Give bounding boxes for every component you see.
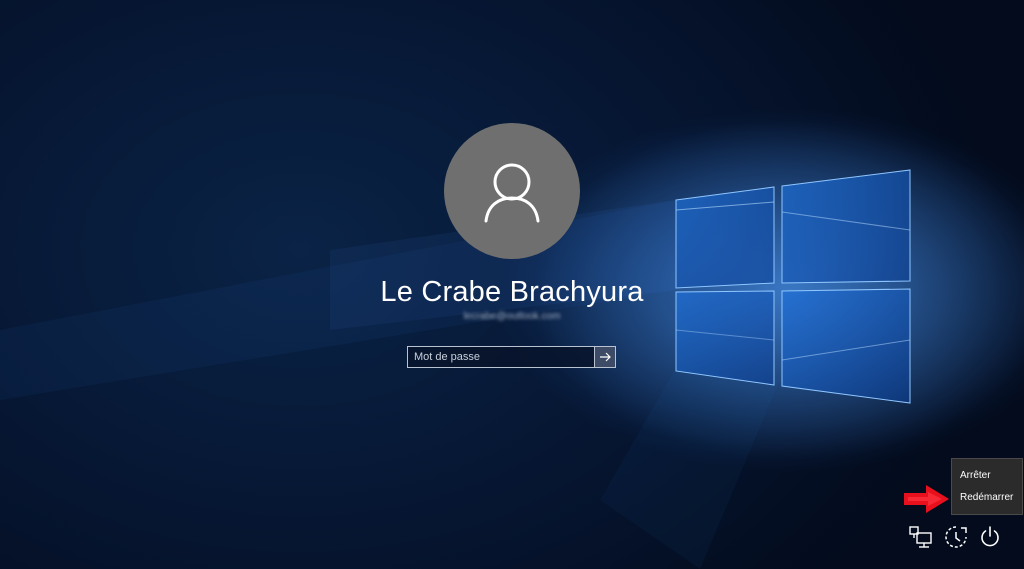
power-menu: Arrêter Redémarrer bbox=[951, 458, 1023, 515]
ease-of-access-icon bbox=[945, 526, 967, 548]
arrow-right-icon bbox=[600, 352, 611, 362]
menu-item-shutdown[interactable]: Arrêter bbox=[952, 465, 1022, 487]
red-arrow-icon bbox=[904, 485, 949, 513]
network-icon bbox=[909, 526, 932, 548]
user-avatar bbox=[444, 123, 580, 259]
power-button[interactable] bbox=[977, 524, 1003, 550]
submit-button[interactable] bbox=[594, 347, 615, 367]
accessibility-button[interactable] bbox=[943, 524, 969, 550]
menu-item-restart[interactable]: Redémarrer bbox=[952, 487, 1022, 509]
user-email: lecrabe@outlook.com bbox=[463, 311, 561, 322]
user-silhouette-icon bbox=[484, 163, 540, 223]
network-button[interactable] bbox=[908, 524, 934, 550]
lock-screen: Le Crabe Brachyura lecrabe@outlook.com A… bbox=[0, 0, 1024, 569]
user-name: Le Crabe Brachyura bbox=[380, 276, 644, 308]
power-icon bbox=[981, 526, 999, 547]
password-input[interactable] bbox=[408, 347, 594, 367]
password-field bbox=[407, 346, 616, 368]
